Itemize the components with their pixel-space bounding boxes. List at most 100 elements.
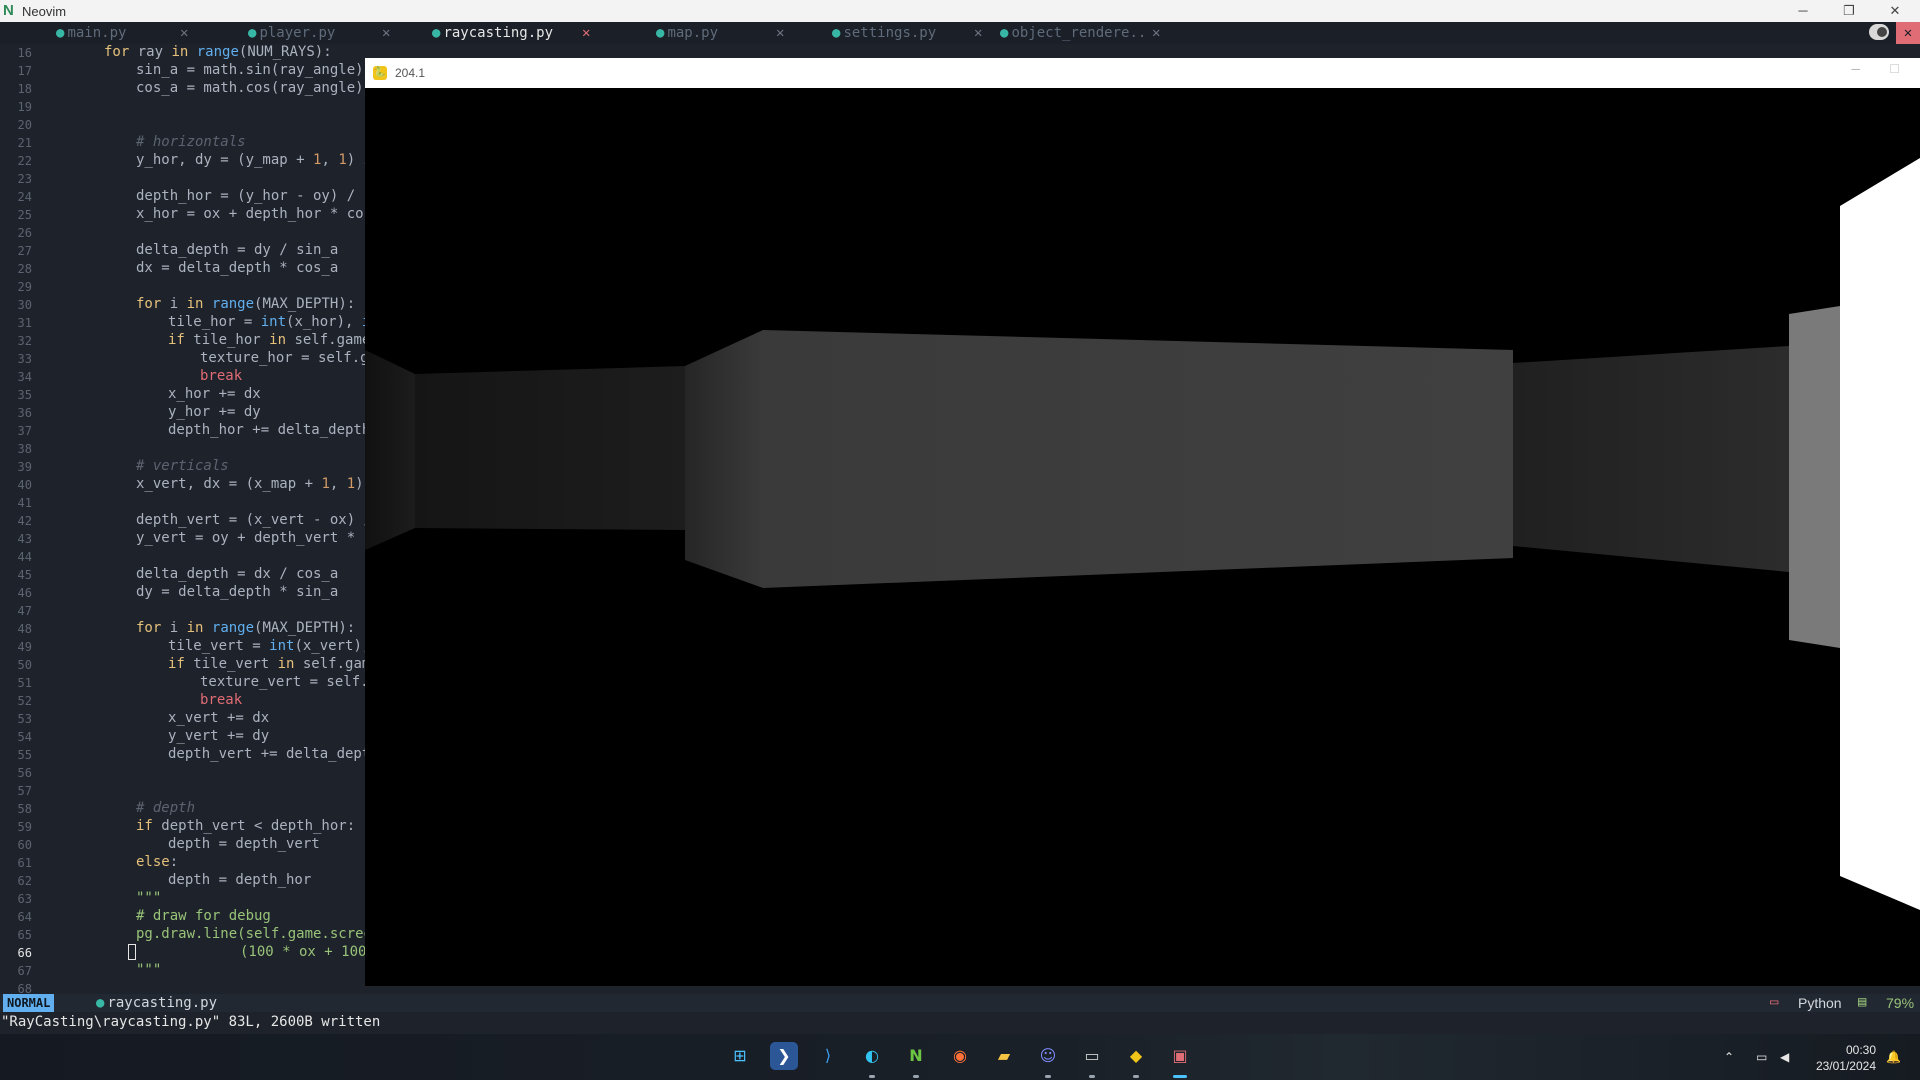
code-line-52: break [200, 692, 243, 708]
line-number: 50 [17, 658, 32, 672]
game-minimize-button[interactable]: ─ [1851, 62, 1860, 76]
discord-icon[interactable]: ☺ [1034, 1042, 1062, 1070]
code-line-51: texture_vert = self.g [200, 674, 378, 690]
close-buffer-button[interactable]: ✕ [1896, 22, 1920, 44]
line-number: 27 [17, 244, 32, 258]
line-number: 67 [17, 964, 32, 978]
tab-object-renderer-py[interactable]: ● object_rendere.. ✕ [1000, 22, 1160, 44]
chevron-up-icon[interactable]: ⌃ [1724, 1034, 1734, 1080]
active-indicator [1173, 1075, 1187, 1078]
code-line-33: texture_hor = self.ga [200, 350, 378, 366]
line-number: 20 [17, 118, 32, 132]
code-line-24: depth_hor = (y_hor - oy) / si [136, 188, 381, 204]
raycast-render-view [365, 88, 1920, 986]
line-number: 45 [17, 568, 32, 582]
code-line-54: y_vert += dy [168, 728, 270, 744]
code-line-61: else: [136, 854, 179, 870]
code-line-16: for ray in range(NUM_RAYS): [104, 44, 332, 60]
mode-indicator: NORMAL [3, 994, 55, 1012]
code-line-17: sin_a = math.sin(ray_angle) [136, 62, 364, 78]
tab-close-icon[interactable]: ✕ [1152, 22, 1160, 44]
line-number: 62 [17, 874, 32, 888]
windows-start-icon[interactable]: ⊞ [726, 1042, 754, 1070]
line-number: 37 [17, 424, 32, 438]
code-line-39: # verticals [136, 458, 229, 474]
code-line-60: depth = depth_vert [168, 836, 320, 852]
tab-close-icon[interactable]: ✕ [382, 22, 390, 44]
file-explorer-icon[interactable]: ▰ [990, 1042, 1018, 1070]
neovim-logo-icon: N [3, 2, 14, 19]
line-number: 19 [17, 100, 32, 114]
line-number: 57 [17, 784, 32, 798]
terminal-icon[interactable]: ▭ [1078, 1042, 1106, 1070]
network-icon[interactable]: ▭ [1756, 1034, 1767, 1080]
line-number: 54 [17, 730, 32, 744]
code-line-45: delta_depth = dx / cos_a [136, 566, 339, 582]
line-number: 31 [17, 316, 32, 330]
maximize-button[interactable]: ❐ [1826, 0, 1872, 22]
code-line-50: if tile_vert in self.game [168, 656, 379, 672]
code-line-63: """ [136, 890, 162, 906]
code-line-28: dx = delta_depth * cos_a [136, 260, 339, 276]
firefox-icon[interactable]: ◉ [946, 1042, 974, 1070]
volume-icon[interactable]: ◀ [1780, 1034, 1789, 1080]
neovim-icon[interactable]: N [902, 1042, 930, 1070]
code-line-22: y_hor, dy = (y_map + 1, 1) if [136, 152, 380, 168]
running-indicator [869, 1075, 875, 1078]
running-indicator [1089, 1075, 1095, 1078]
tab-settings-py[interactable]: ● settings.py ✕ [832, 22, 982, 44]
vscode-icon[interactable]: ⟩ [814, 1042, 842, 1070]
running-indicator [1133, 1075, 1139, 1078]
tab-close-icon[interactable]: ✕ [974, 22, 982, 44]
edge-icon[interactable]: ◐ [858, 1042, 886, 1070]
code-line-49: tile_vert = int(x_vert), [168, 638, 371, 654]
close-button[interactable]: ✕ [1872, 0, 1918, 22]
wall-right-back [1513, 346, 1789, 572]
pygame-icon: 🐍 [373, 66, 387, 80]
python-file-icon: ● [1000, 25, 1009, 41]
code-line-58: # depth [136, 800, 196, 816]
code-line-37: depth_hor += delta_depth [168, 422, 371, 438]
powershell-icon[interactable]: ❯ [770, 1042, 798, 1070]
status-filetype: Python [1798, 995, 1842, 1011]
minimize-button[interactable]: ─ [1780, 0, 1826, 22]
code-line-35: x_hor += dx [168, 386, 261, 402]
clock-date[interactable]: 23/01/2024 [1810, 1059, 1876, 1073]
wall-right-mid [1789, 306, 1840, 648]
code-line-55: depth_vert += delta_depth [168, 746, 379, 762]
line-number: 58 [17, 802, 32, 816]
tab-main-py[interactable]: ● main.py ✕ [56, 22, 188, 44]
line-number: 26 [17, 226, 32, 240]
code-line-42: depth_vert = (x_vert - ox) / [136, 512, 373, 528]
code-line-30: for i in range(MAX_DEPTH): [136, 296, 356, 312]
wall-pillar-side [685, 330, 763, 588]
game-window-title: 204.1 [395, 66, 426, 80]
line-number: 59 [17, 820, 32, 834]
tab-raycasting-py[interactable]: ● raycasting.py ✕ [432, 22, 590, 44]
clock-time[interactable]: 00:30 [1810, 1043, 1876, 1057]
python-icon[interactable]: ◆ [1122, 1042, 1150, 1070]
line-number: 29 [17, 280, 32, 294]
tab-close-icon[interactable]: ✕ [582, 22, 590, 44]
line-number: 42 [17, 514, 32, 528]
app-title-bar: N Neovim ─ ❐ ✕ [0, 0, 1920, 22]
line-number: 41 [17, 496, 32, 510]
notification-bell-icon[interactable]: 🔔 [1886, 1034, 1901, 1080]
tab-close-icon[interactable]: ✕ [776, 22, 784, 44]
app-icon[interactable]: ▣ [1166, 1042, 1194, 1070]
line-number: 34 [17, 370, 32, 384]
running-indicator [1045, 1075, 1051, 1078]
line-number: 18 [17, 82, 32, 96]
pygame-window[interactable]: 🐍 204.1 ─ ☐ [365, 58, 1920, 986]
tab-map-py[interactable]: ● map.py ✕ [656, 22, 784, 44]
theme-toggle[interactable] [1869, 24, 1889, 40]
line-number: 32 [17, 334, 32, 348]
line-number: 17 [17, 64, 32, 78]
game-maximize-button[interactable]: ☐ [1889, 62, 1900, 76]
line-number: 21 [17, 136, 32, 150]
window-title: Neovim [22, 4, 67, 19]
tab-player-py[interactable]: ● player.py ✕ [248, 22, 390, 44]
line-number: 24 [17, 190, 32, 204]
tab-close-icon[interactable]: ✕ [180, 22, 188, 44]
code-line-65: pg.draw.line(self.game.screen [136, 926, 381, 942]
